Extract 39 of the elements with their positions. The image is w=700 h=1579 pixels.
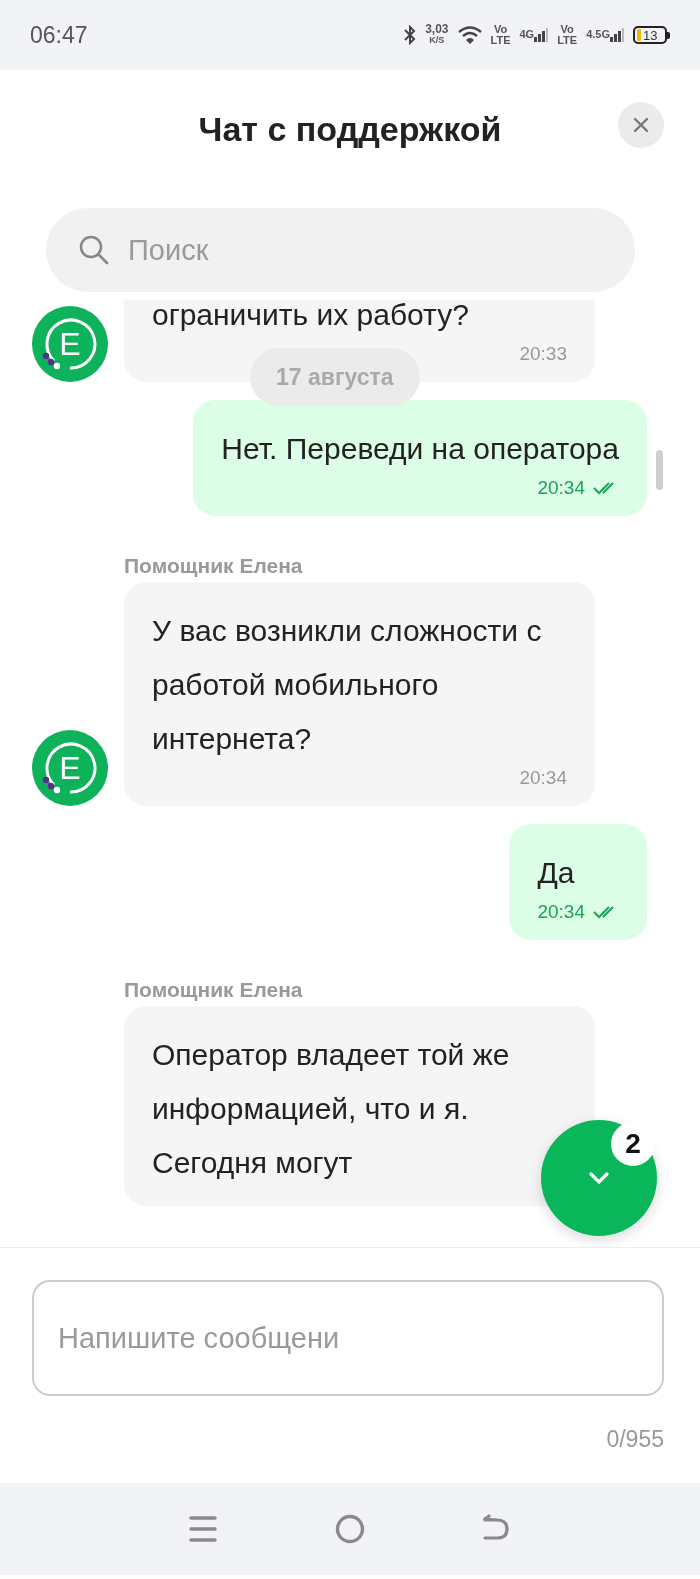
close-button[interactable] (618, 102, 664, 148)
avatar-letter: Е (59, 751, 81, 785)
sender-name: Помощник Елена (124, 554, 304, 578)
message-text: ограничить их работу? (152, 300, 470, 333)
menu-icon[interactable] (189, 1515, 217, 1543)
sender-name: Помощник Елена (124, 978, 304, 1002)
wifi-icon (457, 26, 482, 44)
message-text: Нет. Переведи на оператора (221, 431, 619, 467)
clock-time: 06:47 (30, 21, 89, 49)
message-text: Оператор владеет той же информацией, что и я. Сегодня могут (152, 1037, 511, 1181)
bluetooth-icon (404, 25, 417, 45)
character-counter: 0/955 (605, 1426, 664, 1453)
network-speed: 3,03 (425, 24, 449, 35)
network-type: 4.5G (586, 28, 610, 40)
scroll-bar[interactable] (656, 450, 663, 490)
volte-label: Vo (493, 24, 508, 35)
signal-icon (534, 28, 549, 42)
volte-label: Vo (560, 24, 574, 35)
signal-icon (610, 28, 624, 42)
close-icon (633, 117, 649, 133)
network-type: 4G (519, 28, 535, 40)
message-input[interactable]: Напишите сообщени (32, 1280, 664, 1396)
battery-percent: 13 (643, 27, 658, 43)
home-icon[interactable] (335, 1514, 365, 1544)
message-text: У вас возникли сложности с работой мобильного интернета? (152, 613, 543, 757)
search-icon (78, 234, 110, 266)
message-time: 20:33 (519, 342, 567, 366)
chevron-down-icon (588, 1171, 610, 1185)
search-field[interactable]: Поиск (46, 208, 635, 292)
message-time: 20:34 (537, 476, 585, 500)
chat-title: Чат с поддержкой (198, 109, 502, 149)
date-chip: 17 августа (250, 348, 420, 406)
message-text: Да (537, 855, 576, 891)
message-time: 20:34 (537, 900, 585, 924)
avatar-letter: Е (59, 327, 81, 361)
volte-label: LTE (490, 35, 511, 46)
speed-unit: K/S (429, 35, 445, 46)
volte-label: LTE (557, 35, 578, 46)
message-time: 20:34 (519, 766, 567, 790)
